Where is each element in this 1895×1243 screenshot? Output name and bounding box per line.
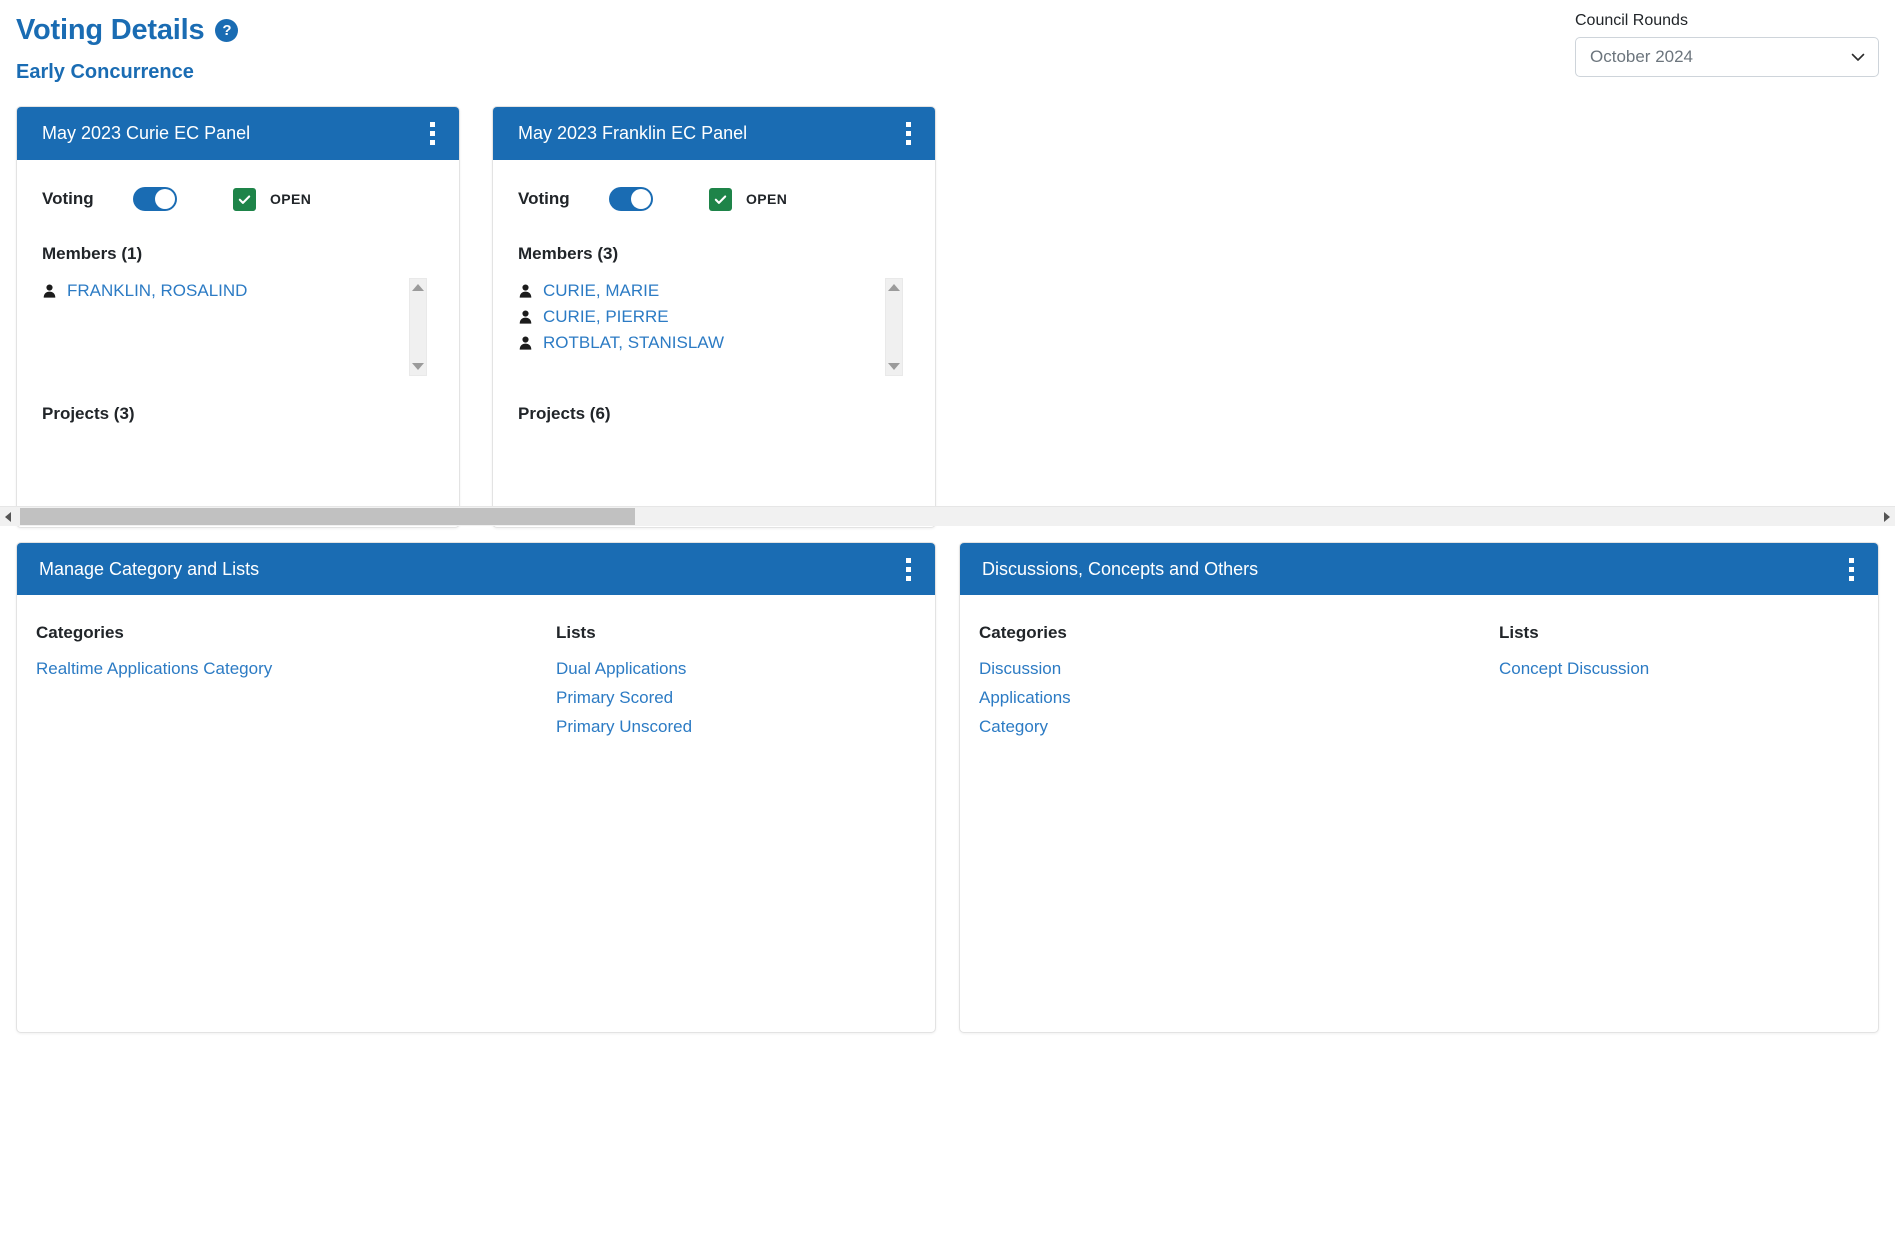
members-vertical-scrollbar[interactable] xyxy=(409,278,427,376)
list-item[interactable]: Realtime Applications Category xyxy=(36,654,272,683)
scroll-left-arrow-icon[interactable] xyxy=(0,507,16,527)
members-list: CURIE, MARIE CURIE, PIERRE ROTBLAT, STAN… xyxy=(518,278,911,356)
ec-panel-card: May 2023 Franklin EC Panel Voting OPEN M… xyxy=(492,106,936,528)
list-item[interactable]: Concept Discussion xyxy=(1499,654,1649,683)
list-item[interactable]: Primary Scored xyxy=(556,683,673,712)
categories-heading: Categories xyxy=(979,623,1067,642)
categories-heading: Categories xyxy=(36,623,124,642)
panel-title: May 2023 Curie EC Panel xyxy=(42,123,251,143)
list-item[interactable]: Dual Applications xyxy=(556,654,686,683)
projects-heading: Projects (6) xyxy=(518,404,611,423)
categories-column: Categories Realtime Applications Categor… xyxy=(36,623,556,741)
panel-title: May 2023 Franklin EC Panel xyxy=(518,123,748,143)
scroll-up-arrow-icon[interactable] xyxy=(888,284,900,291)
council-rounds-value: October 2024 xyxy=(1590,47,1694,66)
scroll-right-arrow-icon[interactable] xyxy=(1879,507,1895,527)
panel-card-header: Manage Category and Lists xyxy=(17,543,935,595)
person-icon xyxy=(519,336,532,350)
council-rounds-select[interactable]: October 2024 xyxy=(1575,37,1879,77)
voting-toggle[interactable] xyxy=(133,187,177,211)
kebab-menu-icon[interactable] xyxy=(895,119,921,149)
council-rounds-label: Council Rounds xyxy=(1575,12,1688,29)
lists-heading: Lists xyxy=(1499,623,1539,642)
council-rounds-block: Council Rounds October 2024 xyxy=(1575,12,1879,77)
page-title: Voting Details xyxy=(16,14,205,46)
members-heading: Members (3) xyxy=(518,244,619,263)
ec-panel-card: May 2023 Curie EC Panel Voting OPEN Memb… xyxy=(16,106,460,528)
horizontal-scrollbar-track[interactable] xyxy=(16,507,1879,527)
list-item[interactable]: Category xyxy=(979,712,1048,741)
scroll-down-arrow-icon[interactable] xyxy=(888,363,900,370)
voting-label: Voting xyxy=(518,189,570,208)
list-item[interactable]: FRANKLIN, ROSALIND xyxy=(42,278,435,304)
panels-scroll-area: May 2023 Curie EC Panel Voting OPEN Memb… xyxy=(0,106,1895,528)
panel-card-header: May 2023 Curie EC Panel xyxy=(17,107,459,160)
page-header: Voting Details ? Early Concurrence Counc… xyxy=(0,0,1895,84)
categories-list: Realtime Applications Category xyxy=(36,654,556,683)
toggle-knob xyxy=(155,189,175,209)
panel-card-body: Categories Discussion Applications Categ… xyxy=(960,595,1878,741)
lists-list: Concept Discussion xyxy=(1499,654,1878,683)
projects-heading: Projects (3) xyxy=(42,404,135,423)
members-list: FRANKLIN, ROSALIND xyxy=(42,278,435,304)
list-item[interactable]: CURIE, MARIE xyxy=(518,278,911,304)
list-item[interactable]: Primary Unscored xyxy=(556,712,692,741)
lists-list: Dual Applications Primary Scored Primary… xyxy=(556,654,935,741)
voting-row: Voting OPEN xyxy=(518,184,911,214)
kebab-menu-icon[interactable] xyxy=(419,119,445,149)
kebab-menu-icon[interactable] xyxy=(1838,554,1864,584)
list-item[interactable]: CURIE, PIERRE xyxy=(518,304,911,330)
list-item[interactable]: ROTBLAT, STANISLAW xyxy=(518,330,911,356)
members-heading: Members (1) xyxy=(42,244,143,263)
status-badge: OPEN xyxy=(270,191,312,207)
panel-title: Manage Category and Lists xyxy=(39,558,260,579)
status-checkbox[interactable] xyxy=(233,187,256,211)
panel-card-body: Categories Realtime Applications Categor… xyxy=(17,595,935,741)
panel-card-body: Voting OPEN Members (1) FRANKLIN, ROSALI… xyxy=(17,160,459,527)
members-vertical-scrollbar[interactable] xyxy=(885,278,903,376)
status-checkbox[interactable] xyxy=(709,187,732,211)
list-item[interactable]: Applications xyxy=(979,683,1071,712)
chevron-down-icon xyxy=(1851,53,1865,61)
lists-column: Lists Concept Discussion xyxy=(1499,623,1878,741)
member-name[interactable]: CURIE, PIERRE xyxy=(543,307,669,327)
members-scrollbox: CURIE, MARIE CURIE, PIERRE ROTBLAT, STAN… xyxy=(518,278,911,378)
categories-column: Categories Discussion Applications Categ… xyxy=(979,623,1499,741)
voting-label: Voting xyxy=(42,189,94,208)
kebab-menu-icon[interactable] xyxy=(895,554,921,584)
panel-title: Discussions, Concepts and Others xyxy=(982,558,1259,579)
toggle-knob xyxy=(631,189,651,209)
horizontal-scrollbar[interactable] xyxy=(0,506,1895,526)
check-icon xyxy=(238,194,251,204)
panel-row: May 2023 Curie EC Panel Voting OPEN Memb… xyxy=(16,106,1895,528)
person-icon xyxy=(519,310,532,324)
check-icon xyxy=(714,194,727,204)
person-icon xyxy=(519,284,532,298)
lists-heading: Lists xyxy=(556,623,596,642)
lists-column: Lists Dual Applications Primary Scored P… xyxy=(556,623,935,741)
member-name[interactable]: ROTBLAT, STANISLAW xyxy=(543,333,724,353)
voting-row: Voting OPEN xyxy=(42,184,435,214)
categories-list: Discussion Applications Category xyxy=(979,654,1499,741)
panel-card-header: Discussions, Concepts and Others xyxy=(960,543,1878,595)
scroll-down-arrow-icon[interactable] xyxy=(412,363,424,370)
voting-toggle[interactable] xyxy=(609,187,653,211)
panel-card-header: May 2023 Franklin EC Panel xyxy=(493,107,935,160)
members-scrollbox: FRANKLIN, ROSALIND xyxy=(42,278,435,378)
manage-category-and-lists-card: Manage Category and Lists Categories Rea… xyxy=(16,542,936,1033)
member-name[interactable]: CURIE, MARIE xyxy=(543,281,659,301)
bottom-panel-row: Manage Category and Lists Categories Rea… xyxy=(0,526,1895,1033)
member-name[interactable]: FRANKLIN, ROSALIND xyxy=(67,281,247,301)
horizontal-scrollbar-thumb[interactable] xyxy=(20,507,635,525)
list-item[interactable]: Discussion xyxy=(979,654,1061,683)
question-mark-circle-icon[interactable]: ? xyxy=(215,19,239,42)
person-icon xyxy=(43,284,56,298)
panel-card-body: Voting OPEN Members (3) CURIE, MARIE CUR… xyxy=(493,160,935,527)
discussions-concepts-and-others-card: Discussions, Concepts and Others Categor… xyxy=(959,542,1879,1033)
status-badge: OPEN xyxy=(746,191,788,207)
scroll-up-arrow-icon[interactable] xyxy=(412,284,424,291)
